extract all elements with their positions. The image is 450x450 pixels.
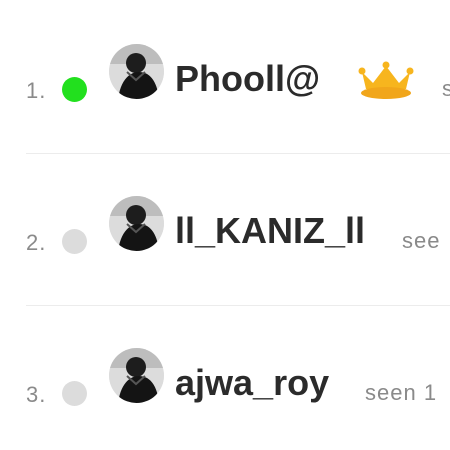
- avatar[interactable]: [109, 348, 164, 403]
- avatar-photo: [109, 44, 164, 99]
- online-status-dot: [62, 77, 87, 102]
- last-seen-text: see: [402, 228, 441, 253]
- list-item[interactable]: 2. ll_KANIZ_ll see: [0, 190, 450, 290]
- avatar[interactable]: [109, 196, 164, 251]
- crown-icon: [358, 61, 414, 99]
- divider: [26, 305, 450, 306]
- offline-status-dot: [62, 229, 87, 254]
- rank-number: 3.: [26, 382, 47, 407]
- divider: [26, 153, 450, 154]
- rank-number: 2.: [26, 230, 47, 255]
- last-seen-text: s: [442, 76, 450, 101]
- user-list: 1. Phooll@ s 2. ll_KANIZ_ll see 3. ajwa_…: [0, 0, 450, 450]
- username[interactable]: ll_KANIZ_ll: [175, 213, 365, 249]
- avatar-photo: [109, 196, 164, 251]
- offline-status-dot: [62, 381, 87, 406]
- list-item[interactable]: 1. Phooll@ s: [0, 38, 450, 138]
- rank-number: 1.: [26, 78, 47, 103]
- avatar-photo: [109, 348, 164, 403]
- username[interactable]: ajwa_roy: [175, 365, 329, 401]
- avatar[interactable]: [109, 44, 164, 99]
- last-seen-text: seen 1: [365, 380, 438, 405]
- list-item[interactable]: 3. ajwa_roy seen 1: [0, 342, 450, 442]
- username[interactable]: Phooll@: [175, 61, 320, 97]
